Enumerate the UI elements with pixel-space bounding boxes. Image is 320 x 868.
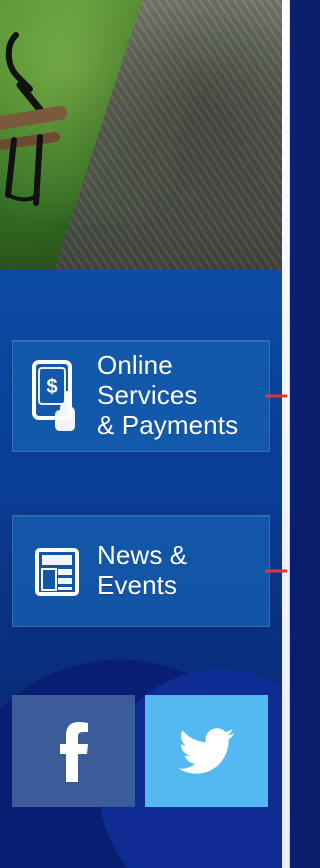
online-services-payments-label: Online Services & Payments xyxy=(97,350,269,441)
park-bench-icon xyxy=(0,32,67,206)
label-line-1: News & Events xyxy=(97,540,188,600)
facebook-button[interactable] xyxy=(12,695,135,807)
page: $ Online Services & Payments News & Even… xyxy=(0,0,290,868)
twitter-button[interactable] xyxy=(145,695,268,807)
connector xyxy=(265,569,287,573)
newspaper-icon xyxy=(27,534,83,608)
social-buttons xyxy=(12,695,268,807)
label-line-1: Online Services xyxy=(97,350,198,411)
hero-photo xyxy=(0,0,290,300)
svg-text:$: $ xyxy=(46,376,57,398)
stone-path xyxy=(44,0,290,300)
connector xyxy=(265,394,287,398)
facebook-icon xyxy=(59,722,88,782)
news-events-label: News & Events xyxy=(97,540,269,601)
twitter-icon xyxy=(177,728,234,774)
news-events-button[interactable]: News & Events xyxy=(12,515,287,627)
photo-shade xyxy=(0,0,290,270)
online-services-payments-button[interactable]: $ Online Services & Payments xyxy=(12,340,287,452)
label-line-2: & Payments xyxy=(97,409,239,440)
online-payment-icon: $ xyxy=(27,359,83,433)
